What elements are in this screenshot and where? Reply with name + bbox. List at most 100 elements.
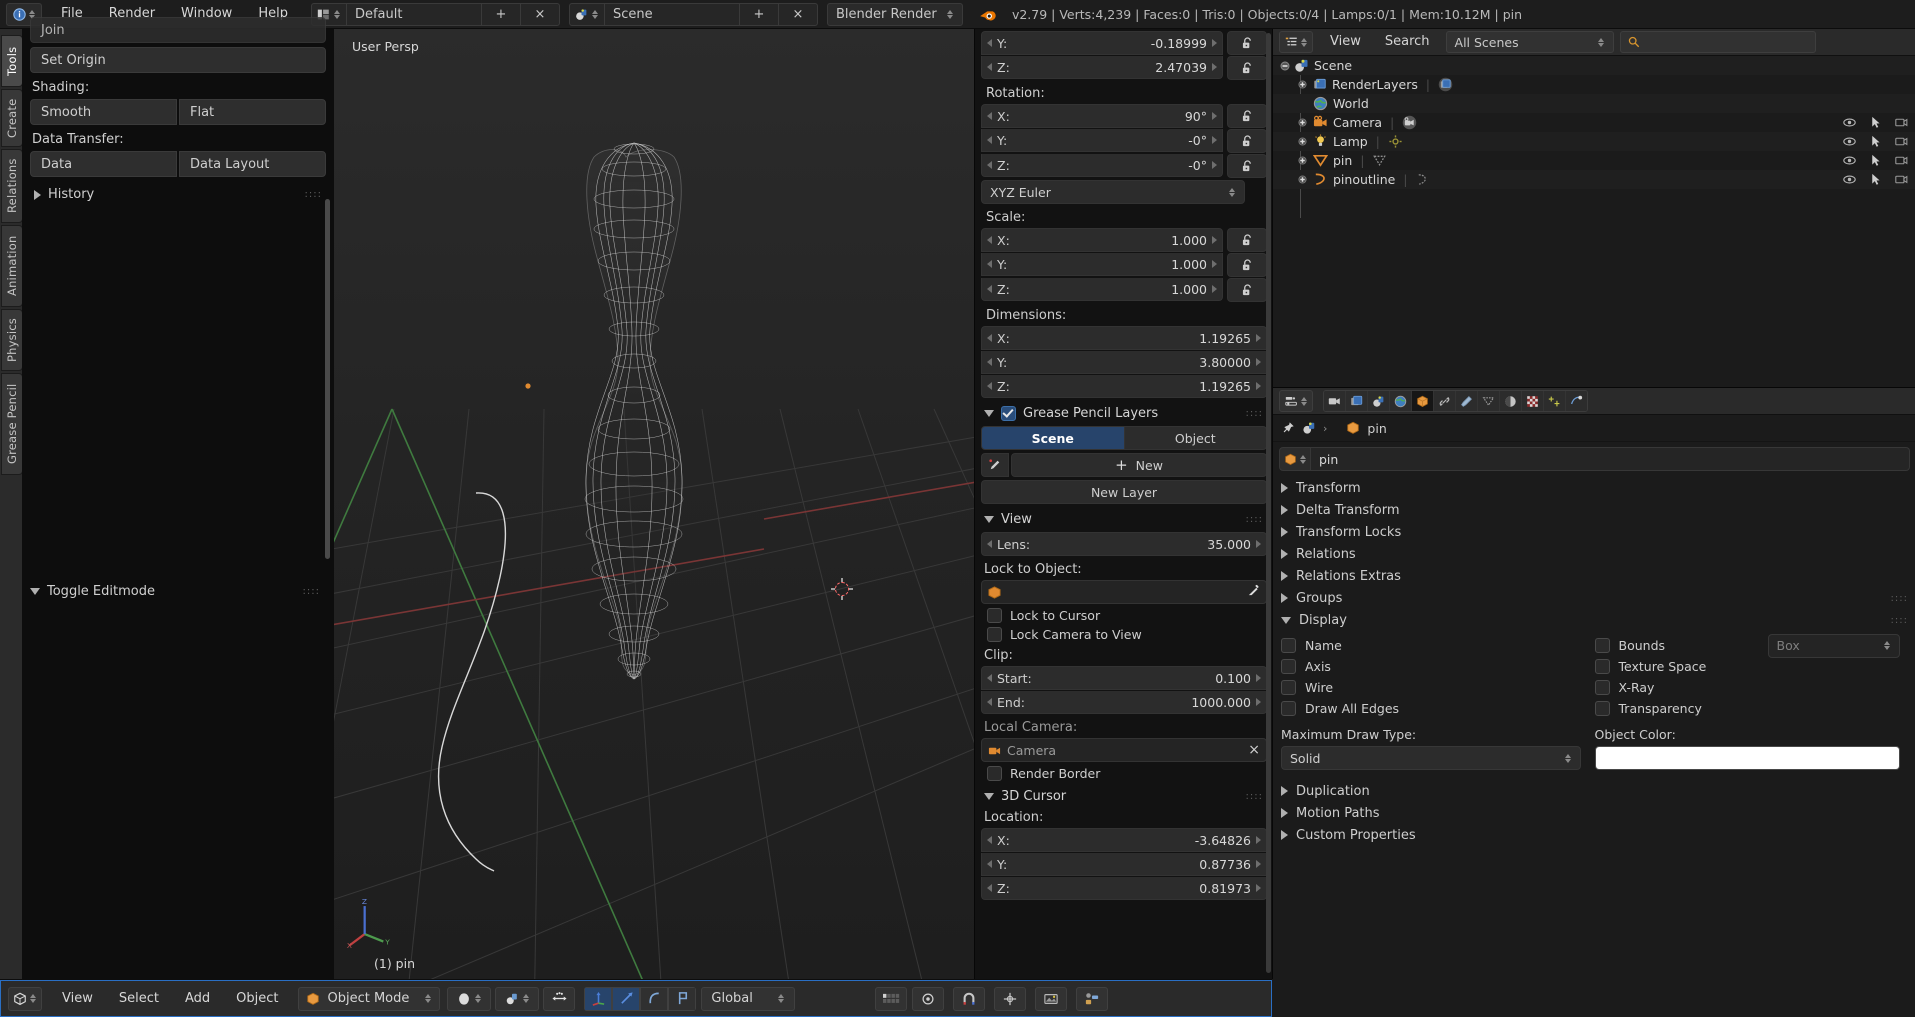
- curve-data-icon[interactable]: [1415, 172, 1430, 187]
- grease-pencil-panel-header[interactable]: Grease Pencil Layers ::::: [984, 406, 1267, 421]
- lock-location-z-button[interactable]: [1227, 56, 1267, 80]
- viewport-menu-add[interactable]: Add: [172, 988, 223, 1010]
- panel-relations-extras[interactable]: Relations Extras: [1273, 565, 1915, 587]
- display-check-draw-all-edges[interactable]: Draw All Edges: [1281, 698, 1595, 719]
- prop-tab-constraints[interactable]: [1434, 391, 1456, 411]
- name-checkbox[interactable]: [1281, 638, 1296, 653]
- toolshelf-tab-grease-pencil[interactable]: Grease Pencil: [1, 373, 23, 475]
- join-button[interactable]: Join: [30, 17, 326, 43]
- scene-icon-seg[interactable]: [570, 3, 605, 25]
- pin-id-icon[interactable]: [1281, 421, 1295, 435]
- render-preview-button[interactable]: [1035, 986, 1068, 1011]
- dimension-x-field[interactable]: X: 1.19265: [981, 326, 1267, 350]
- gp-new-layer-button-2[interactable]: New Layer: [981, 480, 1267, 504]
- display-check-xray[interactable]: X-Ray: [1594, 677, 1909, 698]
- lock-camera-to-view-row[interactable]: Lock Camera to View: [987, 627, 1267, 642]
- clear-local-camera-icon[interactable]: ×: [1248, 742, 1260, 758]
- panel-custom-properties[interactable]: Custom Properties: [1273, 824, 1915, 846]
- lock-to-cursor-checkbox[interactable]: [987, 608, 1002, 623]
- bounds-checkbox[interactable]: [1594, 638, 1610, 653]
- expand-toggle-pin[interactable]: [1297, 155, 1308, 166]
- lamp-data-icon[interactable]: [1388, 134, 1403, 149]
- outliner-menu-view[interactable]: View: [1318, 32, 1373, 52]
- mesh-data-icon[interactable]: [1372, 153, 1387, 168]
- prop-tab-render[interactable]: [1324, 391, 1346, 411]
- snap-target-button[interactable]: [994, 986, 1027, 1011]
- object-name-input[interactable]: pin: [1311, 447, 1910, 471]
- arrow-select-icon[interactable]: [1869, 135, 1882, 148]
- cursor-x-field[interactable]: X: -3.64826: [981, 828, 1267, 852]
- manipulator-toggle[interactable]: [543, 986, 576, 1011]
- data-transfer-layout-button[interactable]: Data Layout: [179, 151, 326, 177]
- viewport-menu-object[interactable]: Object: [223, 988, 291, 1010]
- properties-editor-type-spinner[interactable]: [1300, 396, 1308, 406]
- eyedropper-icon[interactable]: [1247, 584, 1260, 600]
- prop-tab-scene[interactable]: [1368, 391, 1390, 411]
- manipulator-translate-toggle[interactable]: [584, 986, 613, 1011]
- expand-toggle-pinoutline[interactable]: [1297, 174, 1308, 185]
- interaction-mode-spinner[interactable]: [424, 994, 432, 1003]
- eye-icon[interactable]: [1843, 135, 1856, 148]
- interaction-mode-select[interactable]: Object Mode: [298, 986, 441, 1011]
- outliner-row-camera[interactable]: Camera |: [1273, 113, 1915, 132]
- gp-tab-scene[interactable]: Scene: [981, 426, 1125, 450]
- draw-all-edges-checkbox[interactable]: [1281, 701, 1296, 716]
- viewport-shading-select[interactable]: [447, 986, 492, 1011]
- toolshelf-tab-relations[interactable]: Relations: [1, 149, 23, 223]
- camera-render-icon[interactable]: [1895, 173, 1908, 186]
- panel-display[interactable]: Display ::::: [1273, 609, 1915, 631]
- outliner-row-world[interactable]: World: [1273, 94, 1915, 113]
- scale-x-field[interactable]: X: 1.000: [981, 228, 1223, 252]
- rotation-mode-spinner[interactable]: [1228, 187, 1236, 197]
- toolshelf-tab-tools[interactable]: Tools: [1, 35, 23, 87]
- history-panel-header[interactable]: History ::::: [34, 187, 326, 202]
- max-draw-type-select[interactable]: Solid: [1281, 746, 1581, 770]
- lock-to-cursor-row[interactable]: Lock to Cursor: [987, 608, 1267, 623]
- outliner-row-lamp[interactable]: Lamp |: [1273, 132, 1915, 151]
- expand-toggle-scene[interactable]: [1279, 60, 1290, 71]
- clip-end-field[interactable]: End: 1000.000: [981, 691, 1267, 714]
- gp-new-layer-button[interactable]: + New: [1011, 453, 1267, 477]
- outliner-row-pinoutline[interactable]: pinoutline |: [1273, 170, 1915, 189]
- display-check-bounds[interactable]: Bounds Box: [1594, 633, 1909, 658]
- camera-render-icon[interactable]: [1895, 116, 1908, 129]
- clip-start-field[interactable]: Start: 0.100: [981, 666, 1267, 690]
- expand-toggle-renderlayers[interactable]: [1297, 79, 1308, 90]
- npanel-scrollbar[interactable]: [1266, 33, 1271, 973]
- screen-layout-spinner[interactable]: [333, 9, 341, 19]
- grease-pencil-checkbox[interactable]: [1001, 406, 1016, 421]
- viewport-menu-select[interactable]: Select: [106, 988, 172, 1010]
- xray-checkbox[interactable]: [1594, 680, 1610, 695]
- scene-icon[interactable]: [1302, 421, 1316, 435]
- lock-rotation-y-button[interactable]: [1227, 129, 1267, 153]
- rotation-x-field[interactable]: X: 90°: [981, 104, 1223, 128]
- manipulator-scale-toggle[interactable]: [640, 986, 669, 1011]
- arrow-select-icon[interactable]: [1869, 173, 1882, 186]
- camera-render-icon[interactable]: [1895, 135, 1908, 148]
- outliner-display-mode-select[interactable]: All Scenes: [1445, 31, 1614, 53]
- camera-render-icon[interactable]: [1895, 154, 1908, 167]
- object-datablock-spinner[interactable]: [1299, 454, 1307, 464]
- rotation-mode-select[interactable]: XYZ Euler: [981, 180, 1245, 204]
- lock-scale-x-button[interactable]: [1227, 228, 1267, 252]
- outliner-display-mode-spinner[interactable]: [1597, 37, 1605, 47]
- eye-icon[interactable]: [1843, 116, 1856, 129]
- viewport-editor-type-spinner[interactable]: [29, 994, 37, 1003]
- prop-tab-particles[interactable]: [1544, 391, 1566, 411]
- location-y-field[interactable]: Y: -0.18999: [981, 31, 1223, 55]
- manipulator-rotate-toggle[interactable]: [612, 986, 641, 1011]
- properties-editor-type-button[interactable]: [1279, 390, 1313, 412]
- screen-layout-name[interactable]: Default: [347, 3, 482, 25]
- scale-y-field[interactable]: Y: 1.000: [981, 253, 1223, 276]
- transparency-checkbox[interactable]: [1594, 701, 1610, 716]
- lock-scale-y-button[interactable]: [1227, 253, 1267, 277]
- snap-button[interactable]: [953, 986, 986, 1011]
- prop-tab-material[interactable]: [1500, 391, 1522, 411]
- arrow-select-icon[interactable]: [1869, 116, 1882, 129]
- location-z-field[interactable]: Z: 2.47039: [981, 56, 1223, 79]
- gp-brush-swatch[interactable]: [981, 453, 1009, 477]
- tools-button[interactable]: [1076, 986, 1109, 1011]
- panel-groups[interactable]: Groups ::::: [1273, 587, 1915, 609]
- eye-icon[interactable]: [1843, 173, 1856, 186]
- panel-delta-transform[interactable]: Delta Transform: [1273, 499, 1915, 521]
